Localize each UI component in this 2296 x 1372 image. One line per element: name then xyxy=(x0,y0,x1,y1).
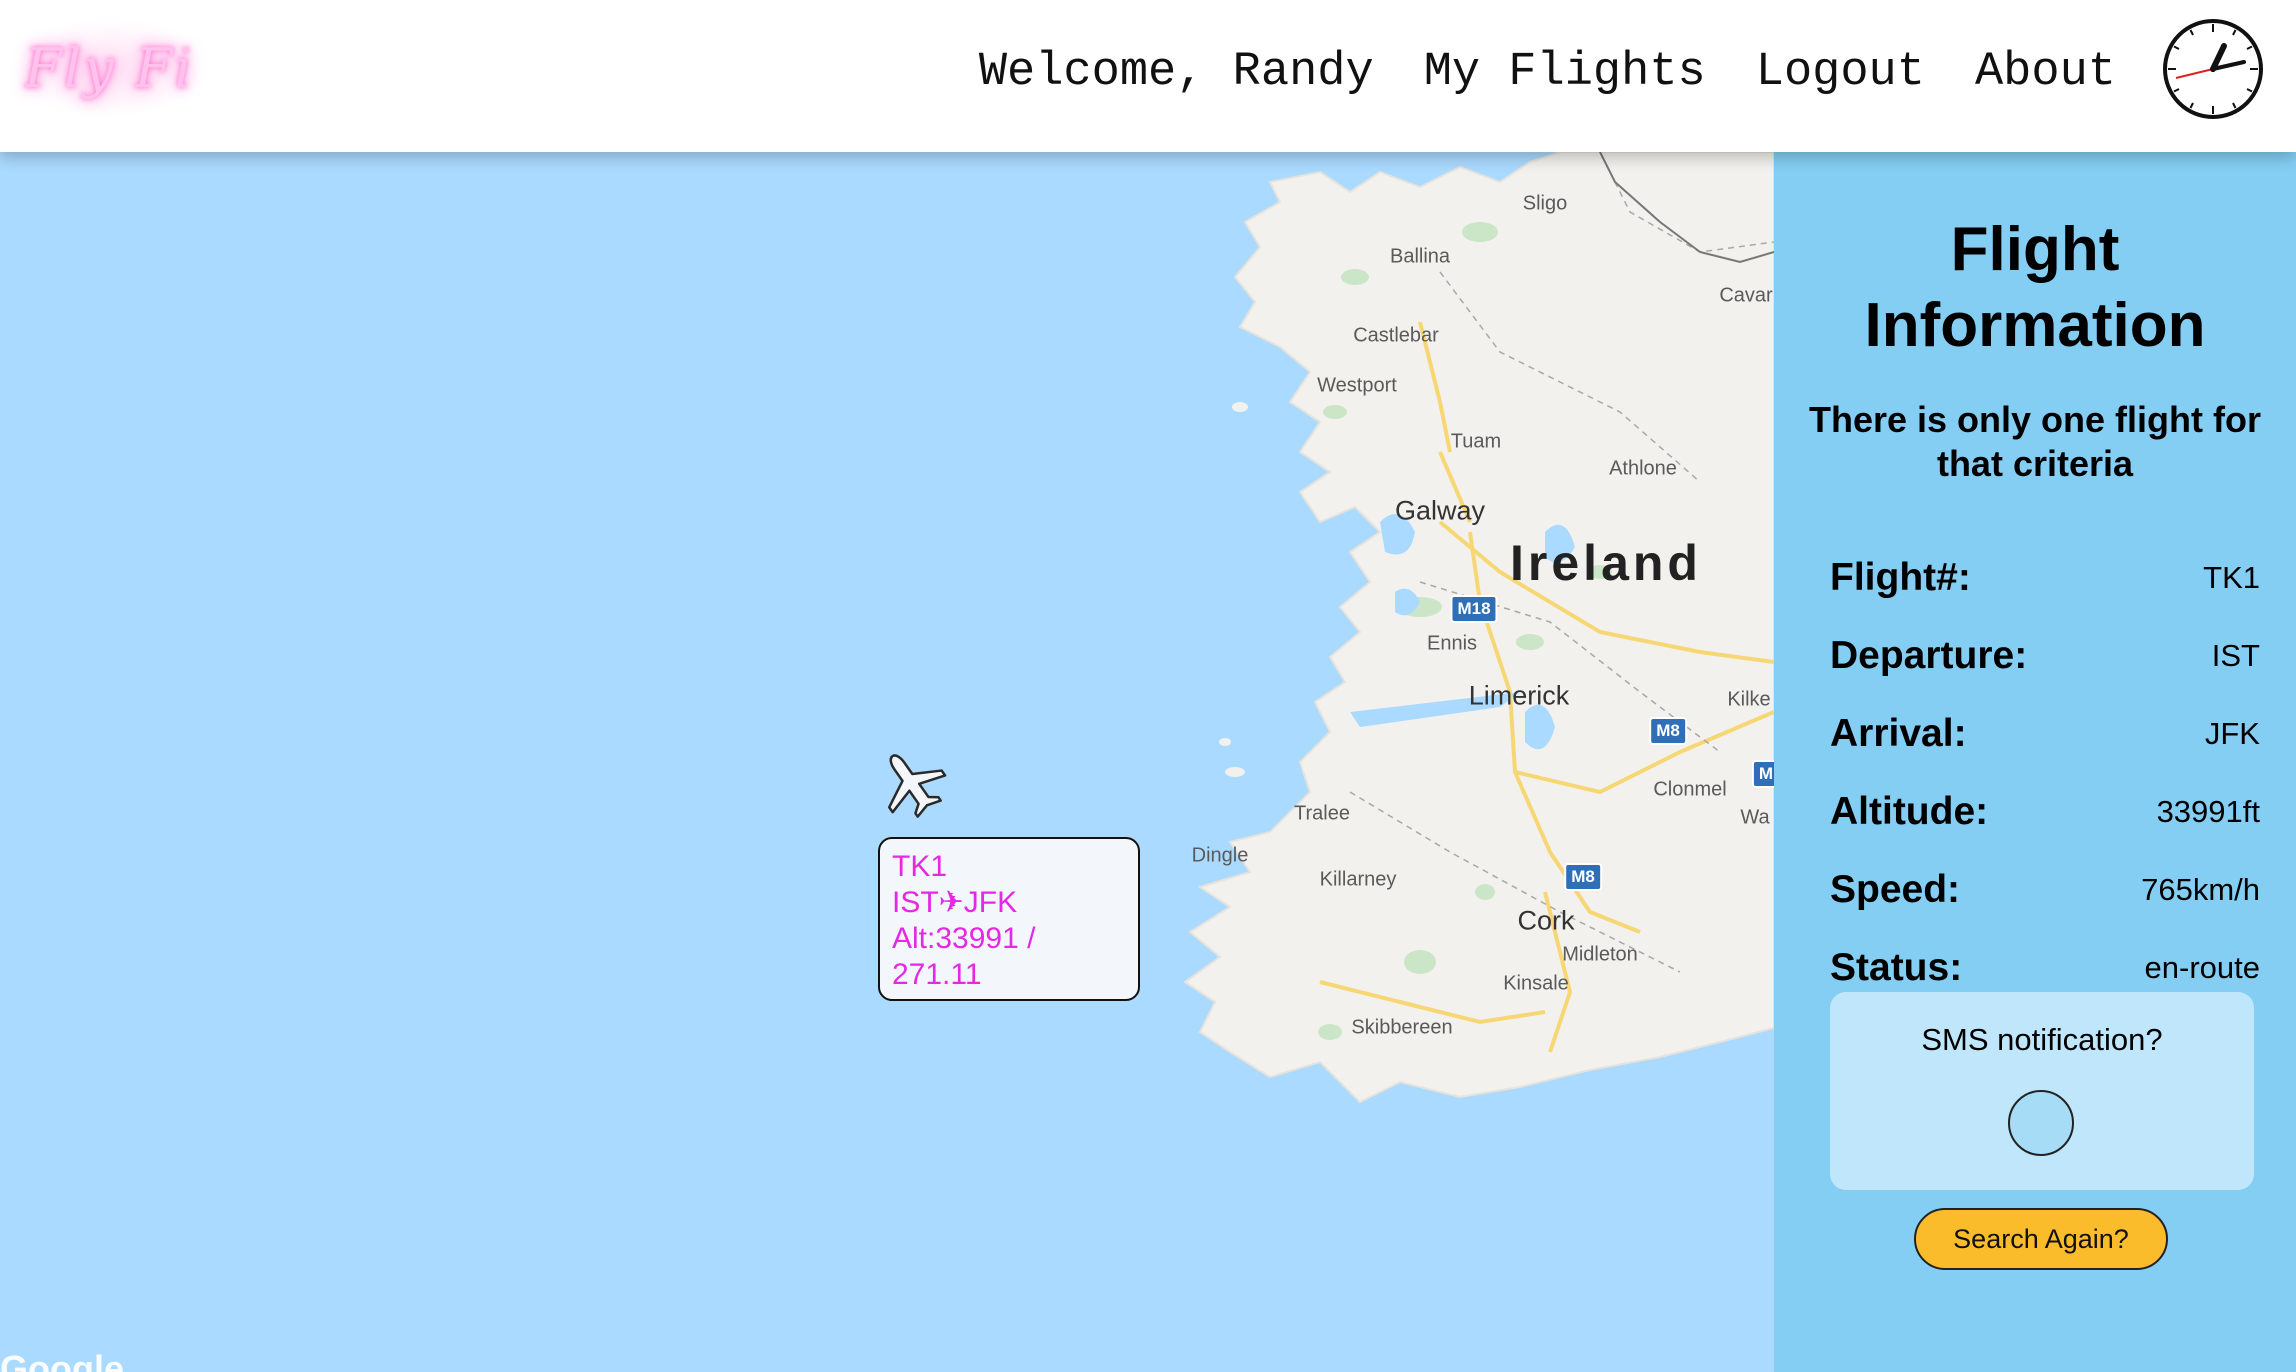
map-label-town: Athlone xyxy=(1609,457,1677,480)
info-row-altitude: Altitude: 33991ft xyxy=(1830,782,2260,842)
info-label: Arrival: xyxy=(1830,712,1967,755)
map-label-town: Sligo xyxy=(1522,192,1568,215)
nav-my-flights-link[interactable]: My Flights xyxy=(1424,46,1706,99)
flyfi-logo[interactable]: Fly Fi xyxy=(14,18,204,118)
analog-clock-icon xyxy=(2163,19,2263,119)
map-label-town: Dingle xyxy=(1191,844,1249,867)
panel-title: Flight Information xyxy=(1864,215,2206,360)
info-value: 765km/h xyxy=(2141,872,2260,907)
map-label-town: Tralee xyxy=(1294,802,1350,825)
map-label-town: Clonmel xyxy=(1653,778,1727,801)
sms-notification-box: SMS notification? xyxy=(1830,992,2254,1190)
road-shield: M8 xyxy=(1564,863,1602,891)
map-label-town: Westport xyxy=(1317,374,1397,397)
welcome-text: Welcome, Randy xyxy=(978,45,1374,99)
panel-subtitle: There is only one flight for that criter… xyxy=(1808,399,2262,484)
sms-notification-toggle[interactable] xyxy=(2008,1090,2074,1156)
google-attribution: Google xyxy=(0,1348,124,1372)
info-label: Status: xyxy=(1830,946,1963,989)
tooltip-flight-number: TK1 xyxy=(892,850,948,883)
info-value: JFK xyxy=(2204,716,2260,751)
map-view[interactable]: Sligo Ballina Castlebar Westport Tuam At… xyxy=(0,152,1774,1372)
nav-about-link[interactable]: About xyxy=(1975,46,2116,99)
map-label-city: Limerick xyxy=(1468,680,1570,711)
map-label-city: Galway xyxy=(1394,495,1486,526)
info-label: Speed: xyxy=(1830,868,1961,911)
map-label-town: Kilke xyxy=(1727,688,1771,711)
map-label-town: Killarney xyxy=(1319,868,1397,891)
airplane-icon[interactable] xyxy=(872,744,952,824)
tooltip-altitude: Alt:33991 / xyxy=(892,922,1036,955)
search-again-button[interactable]: Search Again? xyxy=(1914,1208,2168,1270)
map-label-town: Skibbereen xyxy=(1351,1016,1453,1039)
map-label-town: Midleton xyxy=(1562,943,1638,966)
info-value: IST xyxy=(2211,638,2260,673)
flight-tooltip: TK1 IST✈JFK Alt:33991 / 271.11 xyxy=(878,837,1140,1001)
ireland-landmass xyxy=(1183,152,1774,1104)
logo-text: Fly Fi xyxy=(24,36,194,100)
info-row-arrival: Arrival: JFK xyxy=(1830,704,2260,764)
info-value: TK1 xyxy=(2203,560,2260,595)
info-label: Flight#: xyxy=(1830,556,1971,599)
map-label-town: Ballina xyxy=(1389,245,1451,268)
info-value: 33991ft xyxy=(2156,794,2260,829)
map-label-country: Ireland xyxy=(1510,535,1702,591)
tooltip-heading: 271.11 xyxy=(892,958,982,991)
road-shield: M18 xyxy=(1450,595,1498,623)
road-shield: M8 xyxy=(1649,717,1687,745)
info-row-departure: Departure: IST xyxy=(1830,626,2260,686)
info-label: Departure: xyxy=(1830,634,2028,677)
info-row-status: Status: en-route xyxy=(1830,938,2260,998)
tooltip-route: IST✈JFK xyxy=(892,886,1018,919)
map-label-town: Kinsale xyxy=(1503,972,1569,995)
top-nav-bar: Fly Fi Welcome, Randy My Flights Logout … xyxy=(0,0,2296,152)
info-row-speed: Speed: 765km/h xyxy=(1830,860,2260,920)
map-label-town: Castlebar xyxy=(1353,324,1439,347)
map-label-town: Wa xyxy=(1740,806,1770,829)
info-value: en-route xyxy=(2144,950,2260,985)
info-row-flight-number: Flight#: TK1 xyxy=(1830,548,2260,608)
sms-notification-label: SMS notification? xyxy=(1921,1022,2163,1057)
road-shield: M xyxy=(1751,760,1774,788)
info-label: Altitude: xyxy=(1830,790,1989,833)
map-label-town: Ennis xyxy=(1426,632,1478,655)
nav-menu: Welcome, Randy My Flights Logout About xyxy=(979,36,2116,108)
map-label-town: Cavar xyxy=(1719,284,1773,307)
map-label-town: Tuam xyxy=(1450,430,1502,453)
map-label-city: Cork xyxy=(1517,905,1575,936)
flight-info-panel: Flight Information There is only one fli… xyxy=(1774,152,2296,1372)
nav-logout-link[interactable]: Logout xyxy=(1756,46,1925,99)
